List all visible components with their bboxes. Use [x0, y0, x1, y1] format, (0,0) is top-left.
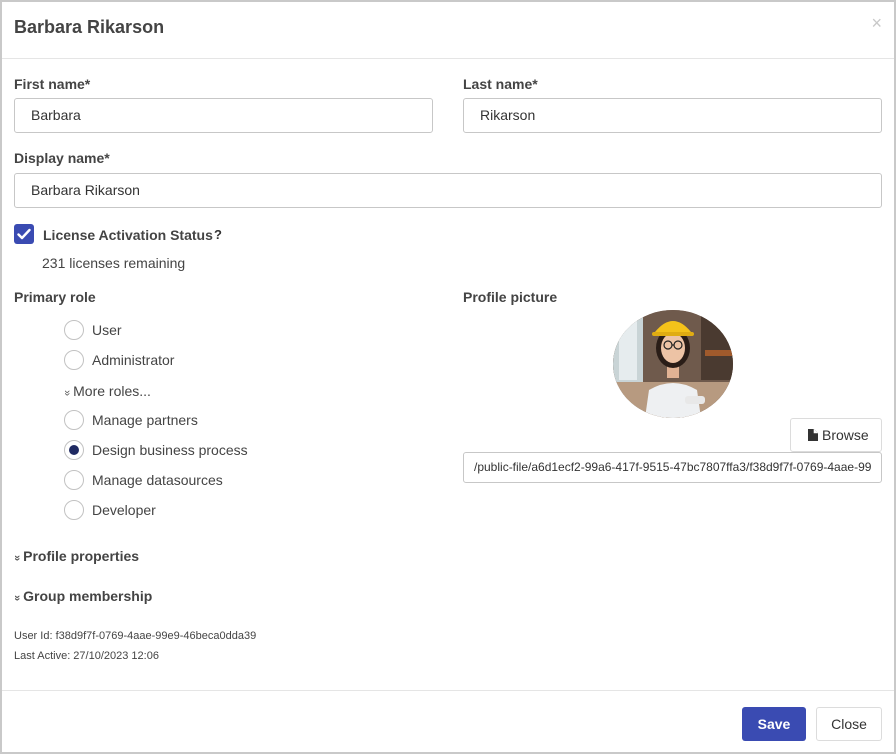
first-name-input[interactable]: Barbara [14, 98, 433, 133]
license-label: License Activation Status [43, 227, 213, 243]
profile-picture-label: Profile picture [463, 289, 558, 305]
checkmark-icon [17, 228, 31, 240]
file-icon [808, 429, 818, 441]
last-name-label: Last name* [463, 76, 538, 92]
role-label: Design business process [92, 442, 248, 458]
group-membership-toggle[interactable]: »Group membership [11, 588, 153, 604]
more-roles-label: More roles... [73, 383, 151, 399]
last-name-input[interactable]: Rikarson [463, 98, 882, 133]
footer-divider [2, 690, 894, 691]
role-label: Developer [92, 502, 156, 518]
role-label: User [92, 322, 122, 338]
user-dialog: Barbara Rikarson × First name* Barbara L… [0, 0, 896, 754]
radio-button[interactable] [64, 350, 84, 370]
chevron-double-down-icon: » [11, 594, 24, 602]
save-button[interactable]: Save [742, 707, 806, 741]
radio-button-selected[interactable] [64, 440, 84, 460]
first-name-label: First name* [14, 76, 91, 92]
profile-properties-label: Profile properties [23, 548, 140, 564]
close-button[interactable]: Close [816, 707, 882, 741]
browse-label: Browse [822, 427, 869, 443]
chevron-double-down-icon: » [11, 554, 24, 562]
profile-properties-toggle[interactable]: »Profile properties [11, 548, 140, 564]
profile-photo [613, 310, 733, 418]
group-membership-label: Group membership [23, 588, 153, 604]
dialog-title: Barbara Rikarson [14, 17, 165, 37]
user-id: User Id: f38d9f7f-0769-4aae-99e9-46beca0… [14, 630, 257, 642]
more-roles-toggle[interactable]: »More roles... [61, 383, 151, 399]
role-label: Administrator [92, 352, 175, 368]
license-checkbox[interactable] [14, 224, 34, 244]
browse-button[interactable]: Browse [790, 418, 882, 452]
profile-picture-path-input[interactable]: /public-file/a6d1ecf2-99a6-417f-9515-47b… [463, 452, 882, 483]
primary-role-label: Primary role [14, 289, 96, 305]
licenses-remaining: 231 licenses remaining [42, 255, 186, 271]
help-icon[interactable]: ? [214, 227, 222, 242]
close-icon[interactable]: × [871, 14, 882, 32]
display-name-input[interactable]: Barbara Rikarson [14, 173, 882, 208]
avatar [613, 310, 733, 418]
radio-button[interactable] [64, 320, 84, 340]
display-name-label: Display name* [14, 150, 110, 166]
last-active: Last Active: 27/10/2023 12:06 [14, 650, 159, 662]
radio-button[interactable] [64, 470, 84, 490]
dialog-header: Barbara Rikarson × [2, 2, 894, 59]
chevron-double-down-icon: » [61, 389, 74, 397]
role-label: Manage datasources [92, 472, 223, 488]
radio-button[interactable] [64, 410, 84, 430]
role-label: Manage partners [92, 412, 198, 428]
radio-button[interactable] [64, 500, 84, 520]
